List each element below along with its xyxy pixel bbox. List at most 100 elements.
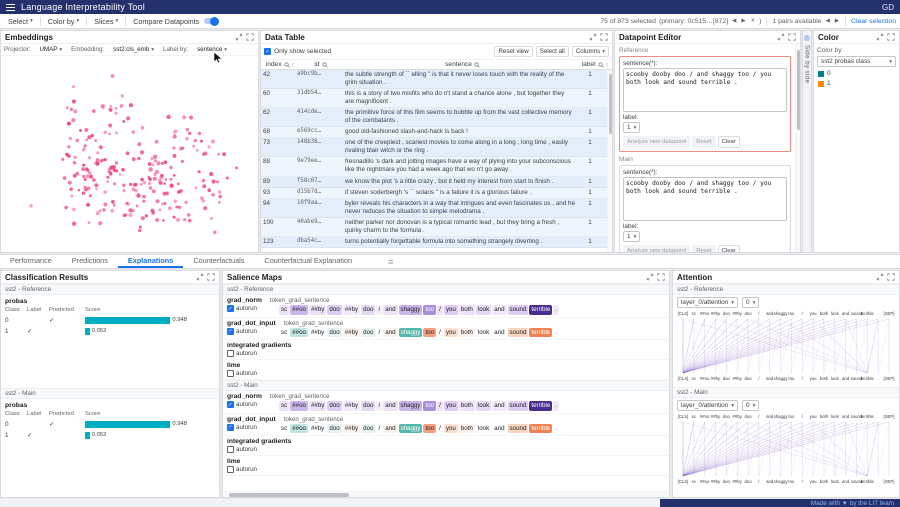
unset-primary-button[interactable]: ✕	[750, 18, 757, 24]
tab-counterfactual-explanation[interactable]: Counterfactual Explanation	[254, 255, 362, 268]
reset-view-button[interactable]: Reset view	[494, 46, 532, 57]
salience-token[interactable]: and	[383, 401, 397, 411]
search-icon[interactable]	[474, 62, 480, 68]
salience-token[interactable]: .	[553, 401, 559, 411]
salience-token[interactable]: shaggy	[399, 328, 423, 338]
salience-token[interactable]: too	[423, 305, 436, 315]
salience-token[interactable]: ##by	[343, 305, 360, 315]
prev-datapoint-button[interactable]: ◀	[731, 18, 737, 24]
color-by-select[interactable]: sst2 probas class▾	[817, 56, 896, 67]
salience-token[interactable]: doo	[327, 401, 341, 411]
only-show-selected-checkbox[interactable]: ✓	[264, 48, 271, 55]
slices-menu[interactable]: Slices▾	[90, 17, 122, 26]
salience-token[interactable]: sound	[508, 424, 529, 434]
attention-visualization[interactable]: [CLS][CLS]scsc##oo##oo##by##bydoodoo##by…	[677, 414, 895, 484]
salience-token[interactable]: ##by	[343, 424, 360, 434]
attention-visualization[interactable]: [CLS][CLS]scsc##oo##oo##by##bydoodoo##by…	[677, 311, 895, 381]
autorun-checkbox[interactable]: ✓autorun	[227, 401, 275, 408]
analyze-new-datapoint-button[interactable]: Analyze new datapoint	[623, 245, 690, 252]
salience-token[interactable]: and	[383, 305, 397, 315]
salience-token[interactable]: sound	[508, 305, 529, 315]
drag-handle-icon[interactable]: ≡	[388, 257, 393, 267]
salience-token[interactable]: and	[492, 305, 506, 315]
sort-icon[interactable]: ↕	[292, 62, 295, 68]
salience-token[interactable]: /	[376, 328, 382, 338]
column-header-label[interactable]: label ↕	[580, 61, 610, 68]
salience-token[interactable]: ##by	[309, 401, 326, 411]
compare-datapoints-toggle[interactable]: Compare Datapoints	[129, 17, 222, 26]
layer-select[interactable]: layer_0/attention▾	[677, 400, 738, 411]
salience-token[interactable]: /	[376, 305, 382, 315]
salience-token[interactable]: doo	[327, 424, 341, 434]
maximize-icon[interactable]	[777, 33, 785, 41]
fullscreen-icon[interactable]	[657, 273, 665, 281]
table-row[interactable]: 9410f9aa…byler reveals his characters in…	[261, 199, 607, 218]
salience-token[interactable]: doo	[361, 305, 375, 315]
autorun-checkbox[interactable]: autorun	[227, 466, 275, 473]
columns-menu[interactable]: Columns▾	[572, 46, 609, 57]
salience-token[interactable]: shaggy	[399, 305, 423, 315]
table-row[interactable]: 89f58c07…we know the plot 's a little cr…	[261, 177, 607, 188]
user-initials[interactable]: GD	[882, 3, 894, 12]
embedding-scatterplot[interactable]	[1, 56, 258, 236]
fullscreen-icon[interactable]	[207, 273, 215, 281]
salience-token[interactable]: ##by	[343, 328, 360, 338]
vertical-scrollbar[interactable]	[607, 70, 612, 252]
fullscreen-icon[interactable]	[788, 33, 796, 41]
salience-token[interactable]: you	[444, 424, 458, 434]
salience-token[interactable]: terrible	[529, 305, 552, 315]
table-row[interactable]: 73148b38…one of the creepiest , scariest…	[261, 138, 607, 157]
next-datapoint-button[interactable]: ▶	[740, 18, 746, 24]
salience-token[interactable]: sc	[279, 305, 289, 315]
maximize-icon[interactable]	[876, 33, 884, 41]
search-icon[interactable]	[322, 62, 328, 68]
label-select[interactable]: 1▾	[623, 231, 640, 242]
salience-token[interactable]: sc	[279, 424, 289, 434]
salience-token[interactable]: you	[444, 401, 458, 411]
side-by-side-toggle-icon[interactable]	[804, 35, 810, 41]
salience-token[interactable]: too	[423, 328, 436, 338]
salience-token[interactable]: you	[444, 305, 458, 315]
layer-select[interactable]: layer_0/attention▾	[677, 297, 738, 308]
head-select[interactable]: 0▾	[742, 400, 759, 411]
color-by-menu[interactable]: Color by▾	[44, 17, 84, 26]
salience-token[interactable]: sc	[279, 401, 289, 411]
column-header-id[interactable]: id	[297, 61, 345, 68]
embedding-select[interactable]: sst2:cls_emb▾	[109, 46, 158, 53]
salience-token[interactable]: both	[459, 305, 475, 315]
autorun-checkbox[interactable]: ✓autorun	[227, 424, 275, 431]
salience-token[interactable]: /	[376, 401, 382, 411]
table-row[interactable]: 6031db54…this is a story of two misfits …	[261, 89, 607, 108]
autorun-checkbox[interactable]: autorun	[227, 370, 275, 377]
sentence-textarea[interactable]: scooby dooby doo / and shaggy too / you …	[623, 68, 787, 112]
salience-token[interactable]: .	[553, 328, 559, 338]
tab-explanations[interactable]: Explanations	[118, 255, 183, 268]
salience-token[interactable]: shaggy	[399, 401, 423, 411]
salience-token[interactable]: look	[476, 401, 491, 411]
salience-token[interactable]: look	[476, 424, 491, 434]
autorun-checkbox[interactable]: autorun	[227, 350, 275, 357]
projector-select[interactable]: UMAP▾	[35, 46, 66, 53]
salience-token[interactable]: look	[476, 328, 491, 338]
fullscreen-icon[interactable]	[246, 33, 254, 41]
table-row[interactable]: 10040abe9…neither parker nor donovan is …	[261, 218, 607, 237]
salience-token[interactable]: doo	[361, 401, 375, 411]
maximize-icon[interactable]	[646, 273, 654, 281]
next-pair-button[interactable]: ▶	[834, 18, 840, 24]
clear-button[interactable]: Clear	[718, 245, 740, 252]
salience-token[interactable]: .	[553, 424, 559, 434]
horizontal-scrollbar[interactable]	[223, 491, 669, 497]
fullscreen-icon[interactable]	[887, 273, 895, 281]
fullscreen-icon[interactable]	[600, 33, 608, 41]
salience-token[interactable]: /	[437, 305, 443, 315]
salience-token[interactable]: /	[437, 328, 443, 338]
salience-token[interactable]: both	[459, 424, 475, 434]
salience-token[interactable]: ##oo	[290, 401, 308, 411]
salience-token[interactable]: terrible	[529, 401, 552, 411]
tab-predictions[interactable]: Predictions	[62, 255, 118, 268]
sort-icon[interactable]: ↕	[606, 62, 609, 68]
table-row[interactable]: 123dba54c…turns potentially forgettable …	[261, 237, 607, 248]
analyze-new-datapoint-button[interactable]: Analyze new datapoint	[623, 136, 690, 148]
autorun-checkbox[interactable]: autorun	[227, 446, 275, 453]
salience-token[interactable]: ##oo	[290, 305, 308, 315]
